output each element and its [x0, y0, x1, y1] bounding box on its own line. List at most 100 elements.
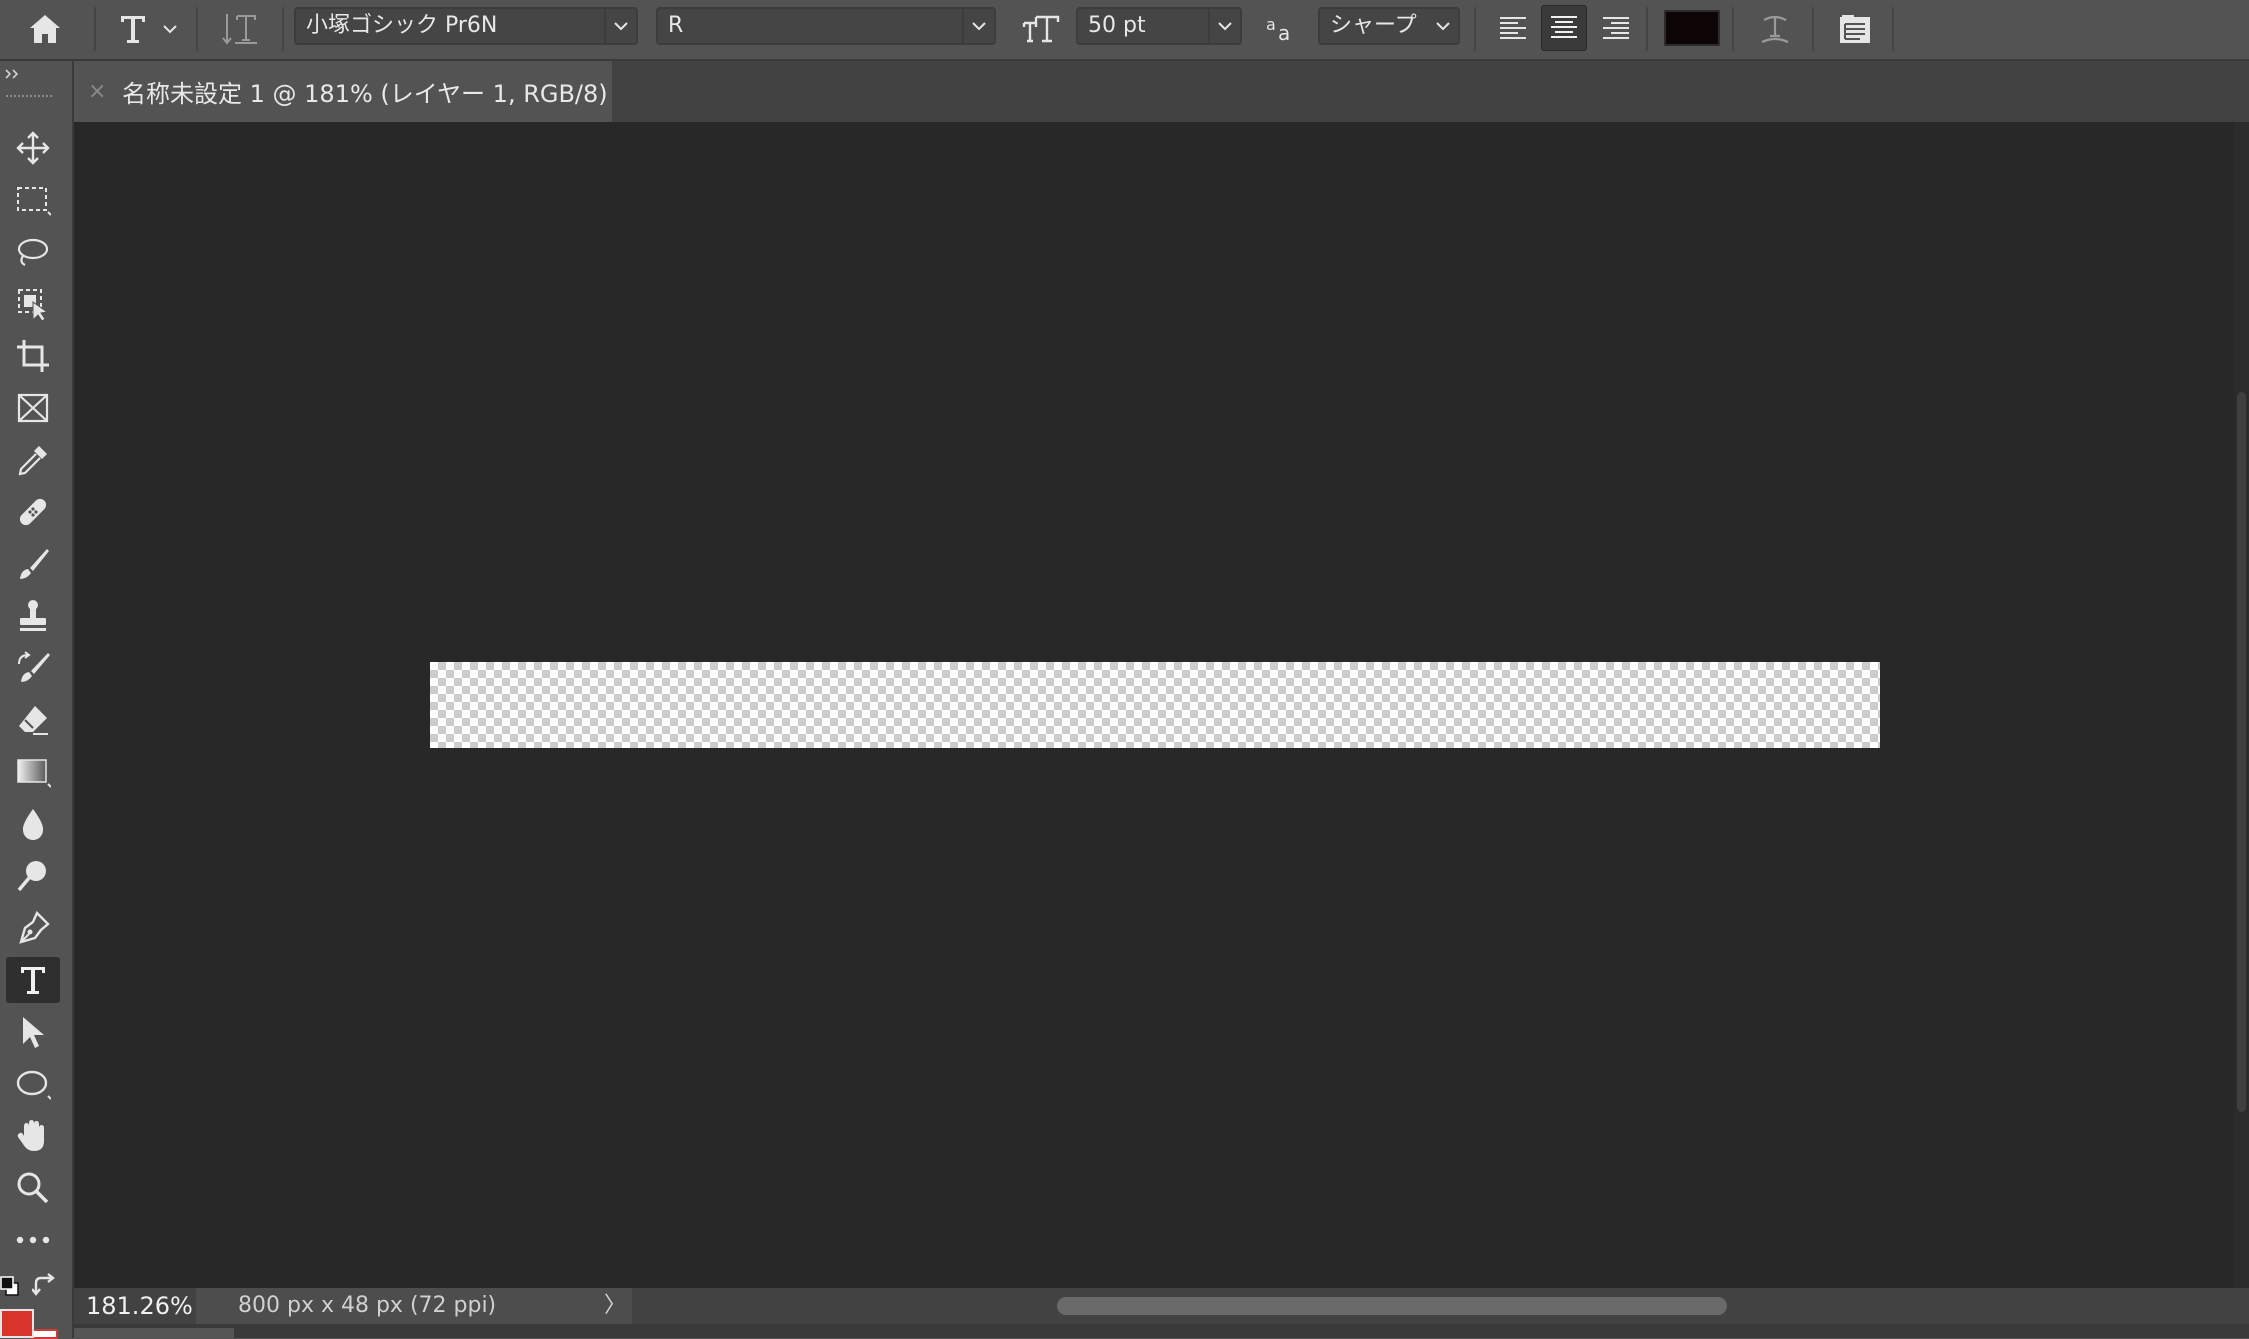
font-family-dropdown[interactable]: 小塚ゴシック Pr6N — [294, 7, 638, 45]
move-tool[interactable] — [6, 125, 60, 171]
panel-icon — [1840, 15, 1870, 43]
font-style-dropdown[interactable]: R — [656, 7, 996, 45]
chevron-down-icon — [1208, 9, 1240, 43]
lasso-tool[interactable] — [6, 229, 60, 275]
align-right-icon — [1603, 17, 1629, 39]
text-orientation-icon — [222, 14, 257, 45]
more-icon — [16, 1236, 50, 1244]
panel-collapse-icon[interactable] — [4, 65, 24, 79]
frame-tool[interactable] — [6, 385, 60, 431]
stamp-icon — [20, 600, 46, 631]
drop-icon — [22, 809, 44, 840]
separator — [1646, 7, 1648, 51]
font-family-value: 小塚ゴシック Pr6N — [306, 13, 498, 38]
chevron-right-icon[interactable]: 〉 — [604, 1288, 626, 1324]
more-tools[interactable] — [6, 1217, 60, 1263]
crop-icon — [17, 340, 49, 372]
ellipse-tool[interactable] — [6, 1061, 60, 1107]
zoom-level[interactable]: 181.26% — [86, 1292, 193, 1320]
magnifier-icon — [17, 1172, 49, 1204]
horizontal-scrollbar-thumb[interactable] — [1057, 1297, 1727, 1315]
pen-icon — [19, 910, 50, 944]
object-selection-tool[interactable] — [6, 281, 60, 327]
default-colors-icon[interactable] — [0, 1275, 20, 1297]
eyedropper-tool[interactable] — [6, 437, 60, 483]
marquee-icon — [17, 187, 51, 216]
bottom-panel-strip — [74, 1324, 2249, 1338]
antialias-icon: aa — [1262, 7, 1300, 51]
type-tool[interactable] — [6, 957, 60, 1003]
antialias-dropdown[interactable]: シャープ — [1318, 7, 1460, 45]
warp-text-icon — [1761, 15, 1789, 44]
hand-icon — [17, 1120, 44, 1151]
align-left-icon — [1500, 17, 1526, 39]
tools-panel — [0, 61, 74, 1339]
align-center-icon — [1551, 16, 1577, 38]
separator — [196, 7, 198, 51]
document-info[interactable]: 800 px x 48 px (72 ppi) 〉 — [196, 1288, 632, 1324]
arrow-cursor-icon — [23, 1017, 44, 1048]
document-tab[interactable]: × 名称未設定 1 @ 181% (レイヤー 1, RGB/8) — [74, 61, 612, 122]
gradient-tool[interactable] — [6, 749, 60, 795]
brush-tool[interactable] — [6, 541, 60, 587]
brush-icon — [20, 549, 49, 579]
text-color-swatch[interactable] — [1664, 10, 1720, 46]
align-center-button[interactable] — [1541, 5, 1587, 51]
font-size-icon — [1020, 7, 1062, 51]
ellipse-icon — [16, 1070, 51, 1100]
font-size-value: 50 pt — [1088, 13, 1146, 38]
chevron-down-icon — [163, 25, 177, 34]
separator — [1812, 7, 1814, 51]
separator — [94, 7, 96, 51]
antialias-value: シャープ — [1330, 13, 1417, 38]
foreground-color-swatch[interactable] — [0, 1309, 34, 1338]
close-icon[interactable]: × — [88, 79, 106, 104]
svg-text:a: a — [1278, 21, 1290, 44]
chevron-down-icon — [604, 9, 636, 43]
hand-tool[interactable] — [6, 1113, 60, 1159]
vertical-scrollbar[interactable] — [2234, 122, 2249, 1288]
history-brush-icon — [18, 651, 50, 682]
document-dimensions: 800 px x 48 px (72 ppi) — [238, 1293, 497, 1318]
path-selection-tool[interactable] — [6, 1009, 60, 1055]
crop-tool[interactable] — [6, 333, 60, 379]
eraser-icon — [19, 706, 48, 735]
panel-grip[interactable] — [6, 95, 52, 101]
toggle-text-orientation-button[interactable] — [216, 7, 266, 51]
separator — [1892, 7, 1894, 51]
font-size-dropdown[interactable]: 50 pt — [1076, 7, 1242, 45]
clone-stamp-tool[interactable] — [6, 593, 60, 639]
eraser-tool[interactable] — [6, 697, 60, 743]
bandage-icon — [19, 498, 47, 526]
document-canvas-transparent[interactable] — [430, 662, 1880, 748]
svg-text:a: a — [1266, 15, 1276, 34]
move-icon — [16, 131, 50, 165]
zoom-tool[interactable] — [6, 1165, 60, 1211]
home-button[interactable] — [22, 7, 68, 51]
document-tab-title: 名称未設定 1 @ 181% (レイヤー 1, RGB/8) — [122, 80, 608, 108]
character-panel-button[interactable] — [1832, 7, 1878, 51]
dodge-icon — [17, 861, 46, 892]
gradient-icon — [17, 759, 51, 788]
align-right-button[interactable] — [1593, 7, 1639, 51]
warp-text-button[interactable] — [1752, 7, 1798, 51]
chevron-down-icon — [962, 9, 994, 43]
align-left-button[interactable] — [1490, 7, 1536, 51]
frame-icon — [17, 393, 49, 423]
tool-preset-picker[interactable] — [110, 7, 186, 51]
dodge-tool[interactable] — [6, 853, 60, 899]
lasso-icon — [17, 238, 49, 266]
separator — [1474, 7, 1476, 51]
separator — [1732, 7, 1734, 51]
blur-tool[interactable] — [6, 801, 60, 847]
type-icon — [121, 16, 145, 43]
pen-tool[interactable] — [6, 905, 60, 951]
canvas-workspace[interactable] — [74, 122, 2234, 1288]
bottom-panel-tab[interactable] — [74, 1328, 234, 1338]
healing-brush-tool[interactable] — [6, 489, 60, 535]
chevron-down-icon — [1428, 9, 1458, 43]
swap-colors-icon[interactable] — [31, 1273, 58, 1299]
rectangular-marquee-tool[interactable] — [6, 177, 60, 223]
history-brush-tool[interactable] — [6, 645, 60, 691]
vertical-scrollbar-thumb[interactable] — [2237, 392, 2246, 1112]
